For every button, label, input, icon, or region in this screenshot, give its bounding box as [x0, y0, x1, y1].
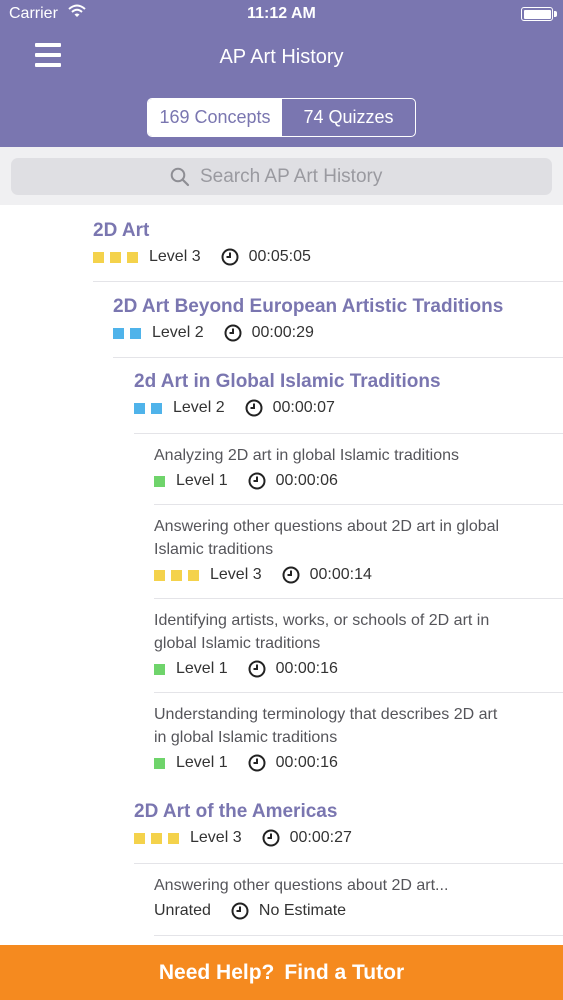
time-label: 00:00:16 [275, 754, 338, 771]
time-label: No Estimate [258, 902, 347, 919]
clock-icon [248, 754, 266, 772]
concept-meta: Level 3 00:00:27 [134, 829, 352, 847]
time-label: 00:00:27 [289, 829, 352, 846]
concept-row[interactable]: Understanding terminology that describes… [154, 693, 563, 786]
segmented-control: 169 Concepts 74 Quizzes [147, 98, 416, 137]
concept-title: 2D Art [93, 220, 150, 241]
concept-meta: Level 1 00:00:16 [154, 754, 338, 772]
concept-title-line: Islamic traditions [154, 541, 274, 558]
concept-title: 2D Art of the Americas [134, 801, 338, 822]
level-3-indicator [154, 569, 199, 581]
concept-meta: Level 3 00:00:14 [154, 566, 372, 584]
level-label: Level 1 [176, 660, 228, 677]
concept-row[interactable]: Answering other questions about 2D art..… [154, 864, 563, 936]
battery-icon [521, 7, 557, 21]
concept-title-line: Understanding terminology that describes… [154, 706, 498, 723]
footer-label-help: Need Help? [158, 960, 275, 984]
status-time: 11:12 AM [247, 5, 316, 22]
concept-row[interactable]: 2D Art Beyond European Artistic Traditio… [113, 282, 563, 358]
concept-meta: Unrated No Estimate [154, 902, 346, 920]
level-label: Level 2 [173, 399, 225, 416]
find-tutor-button[interactable]: Need Help? Find a Tutor [0, 945, 563, 1000]
status-bar: Carrier 11:12 AM [0, 0, 563, 30]
concept-meta: Level 3 00:05:05 [93, 248, 311, 266]
concept-row[interactable]: Identifying artists, works, or schools o… [154, 599, 563, 693]
concept-row[interactable]: 2d Art in Global Islamic Traditions Leve… [134, 358, 563, 434]
concept-meta: Level 2 00:00:29 [113, 324, 314, 342]
concept-title: Answering other questions about 2D art i… [154, 515, 499, 561]
clock-icon [248, 472, 266, 490]
level-3-indicator [93, 251, 138, 263]
level-1-indicator [154, 663, 165, 675]
time-label: 00:00:06 [275, 472, 338, 489]
concept-title: 2D Art Beyond European Artistic Traditio… [113, 296, 504, 317]
concept-title-line: Answering other questions about 2D art i… [154, 518, 500, 535]
clock-icon [224, 324, 242, 342]
level-label: Level 2 [152, 324, 204, 341]
clock-icon [245, 399, 263, 417]
concept-title: Analyzing 2D art in global Islamic tradi… [154, 447, 460, 464]
level-1-indicator [154, 757, 165, 769]
concept-title-line: in global Islamic traditions [154, 729, 338, 746]
level-label: Unrated [154, 902, 211, 919]
clock-icon [262, 829, 280, 847]
level-label: Level 1 [176, 754, 228, 771]
level-2-indicator [113, 327, 141, 339]
page-title: AP Art History [219, 46, 344, 68]
concept-meta: Level 1 00:00:16 [154, 660, 338, 678]
level-label: Level 1 [176, 472, 228, 489]
concept-title: Understanding terminology that describes… [154, 703, 497, 749]
clock-icon [231, 902, 249, 920]
clock-icon [221, 248, 239, 266]
concept-row[interactable]: 2D Art Level 3 00:05:05 [93, 205, 563, 282]
concept-title-line: Identifying artists, works, or schools o… [154, 612, 490, 629]
clock-icon [282, 566, 300, 584]
level-2-indicator [134, 402, 162, 414]
concept-row[interactable]: 2D Art of the Americas Level 3 00:00:27 [134, 786, 563, 864]
time-label: 00:05:05 [248, 248, 311, 265]
concept-title: Answering other questions about 2D art..… [154, 877, 449, 894]
concept-title: 2d Art in Global Islamic Traditions [134, 371, 441, 392]
level-label: Level 3 [210, 566, 262, 583]
tab-quizzes[interactable]: 74 Quizzes [282, 99, 415, 136]
concept-meta: Level 1 00:00:06 [154, 472, 338, 490]
level-label: Level 3 [190, 829, 242, 846]
level-3-indicator [134, 832, 179, 844]
concept-title: Identifying artists, works, or schools o… [154, 609, 489, 655]
concept-row[interactable]: Analyzing 2D art in global Islamic tradi… [154, 434, 563, 505]
search-input[interactable]: Search AP Art History [11, 158, 552, 195]
tab-concepts[interactable]: 169 Concepts [148, 99, 282, 136]
level-1-indicator [154, 475, 165, 487]
row-divider [154, 935, 563, 936]
level-label: Level 3 [149, 248, 201, 265]
time-label: 00:00:16 [275, 660, 338, 677]
search-placeholder: Search AP Art History [200, 166, 383, 187]
concept-title-line: global Islamic traditions [154, 635, 321, 652]
search-icon [170, 167, 190, 187]
concept-meta: Level 2 00:00:07 [134, 399, 335, 417]
concept-row[interactable]: Answering other questions about 2D art i… [154, 505, 563, 599]
footer-label-tutor: Find a Tutor [284, 960, 405, 984]
time-label: 00:00:07 [272, 399, 335, 416]
time-label: 00:00:14 [309, 566, 372, 583]
time-label: 00:00:29 [251, 324, 314, 341]
app-header: Carrier 11:12 AM AP Art History 169 Conc… [0, 0, 563, 147]
clock-icon [248, 660, 266, 678]
search-area: Search AP Art History [0, 147, 563, 205]
